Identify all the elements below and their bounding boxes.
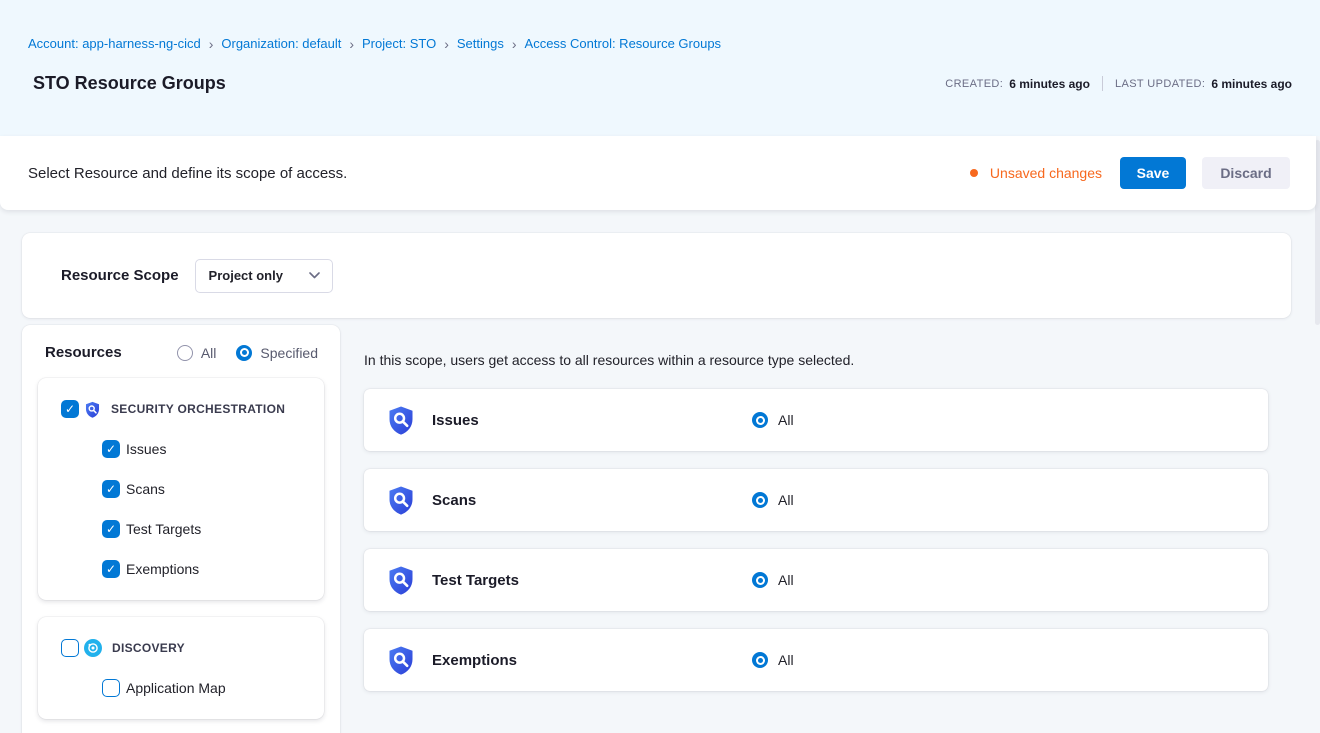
meta-divider	[1102, 76, 1103, 91]
resource-type-label: Issues	[126, 441, 166, 457]
last-updated-value: 6 minutes ago	[1211, 77, 1292, 91]
meta-info: CREATED: 6 minutes ago LAST UPDATED: 6 m…	[945, 76, 1292, 91]
unsaved-dot-icon	[970, 169, 978, 177]
last-updated-label: LAST UPDATED:	[1115, 78, 1205, 90]
scope-row-title: Test Targets	[432, 572, 519, 589]
resource-group-label: DISCOVERY	[112, 641, 185, 655]
save-button[interactable]: Save	[1120, 157, 1186, 189]
scope-detail-area: In this scope, users get access to all r…	[364, 325, 1291, 709]
breadcrumb-link[interactable]: Account: app-harness-ng-cicd	[28, 36, 201, 51]
resource-scope-label: Resource Scope	[61, 267, 179, 284]
discovery-icon	[84, 639, 102, 657]
resource-type-label: Test Targets	[126, 521, 201, 537]
resource-scope-card: Resource Scope Project only	[22, 233, 1291, 318]
security-orchestration-shield-icon	[386, 485, 416, 515]
page-scrollbar[interactable]	[1315, 136, 1320, 733]
unsaved-changes-status: Unsaved changes	[970, 165, 1102, 181]
resource-type-item: ✓ Issues	[102, 439, 306, 459]
resource-type-item: ✓ Exemptions	[102, 559, 306, 579]
resources-mode-radios: All Specified	[177, 345, 324, 361]
resource-type-checkbox[interactable]: ✓	[102, 520, 120, 538]
scope-access-label: All	[778, 652, 794, 668]
resources-mode-radio-all[interactable]: All	[177, 345, 217, 361]
scope-row: Exemptions All	[364, 629, 1268, 691]
resources-title: Resources	[45, 344, 122, 361]
security-orchestration-shield-icon	[386, 405, 416, 435]
resource-type-label: Scans	[126, 481, 165, 497]
created-value: 6 minutes ago	[1009, 77, 1090, 91]
scope-row-title: Scans	[432, 492, 476, 509]
breadcrumb-link[interactable]: Project: STO	[362, 36, 436, 51]
breadcrumb: Account: app-harness-ng-cicd › Organizatio…	[28, 36, 1292, 51]
resource-type-item: Application Map	[102, 678, 306, 698]
scope-access-label: All	[778, 412, 794, 428]
scope-access-radio[interactable]: All	[752, 412, 794, 428]
group-checkbox[interactable]: ✓	[61, 400, 79, 418]
resource-type-checkbox[interactable]	[102, 679, 120, 697]
scope-row: Scans All	[364, 469, 1268, 531]
scope-row: Test Targets All	[364, 549, 1268, 611]
scope-access-radio[interactable]: All	[752, 652, 794, 668]
resource-type-item: ✓ Scans	[102, 479, 306, 499]
toolbar-description: Select Resource and define its scope of …	[28, 165, 347, 182]
resource-group-card: ✓ SECURITY ORCHESTRATION ✓ Issues ✓ Scan…	[38, 378, 324, 600]
resource-group-card: DISCOVERY Application Map	[38, 617, 324, 719]
resource-scope-select[interactable]: Project only	[195, 259, 333, 293]
discard-button[interactable]: Discard	[1202, 157, 1290, 189]
resources-mode-radio-specified[interactable]: Specified	[236, 345, 318, 361]
security-orchestration-shield-icon	[84, 401, 101, 418]
resource-type-item: ✓ Test Targets	[102, 519, 306, 539]
scope-row: Issues All	[364, 389, 1268, 451]
breadcrumb-chevron-icon: ›	[444, 36, 449, 51]
scope-access-radio[interactable]: All	[752, 492, 794, 508]
scope-access-label: All	[778, 492, 794, 508]
scope-access-radio[interactable]: All	[752, 572, 794, 588]
resource-type-label: Exemptions	[126, 561, 199, 577]
group-checkbox[interactable]	[61, 639, 79, 657]
security-orchestration-shield-icon	[386, 645, 416, 675]
resource-group-label: SECURITY ORCHESTRATION	[111, 402, 285, 416]
security-orchestration-shield-icon	[386, 565, 416, 595]
resource-type-checkbox[interactable]: ✓	[102, 480, 120, 498]
scope-row-title: Issues	[432, 412, 479, 429]
page-header: Account: app-harness-ng-cicd › Organizatio…	[0, 0, 1320, 136]
breadcrumb-chevron-icon: ›	[209, 36, 214, 51]
resource-type-label: Application Map	[126, 680, 226, 696]
breadcrumb-chevron-icon: ›	[512, 36, 517, 51]
scope-row-title: Exemptions	[432, 652, 517, 669]
page-title: STO Resource Groups	[28, 73, 226, 94]
resource-type-checkbox[interactable]: ✓	[102, 560, 120, 578]
radio-label: All	[201, 345, 217, 361]
breadcrumb-link[interactable]: Settings	[457, 36, 504, 51]
scope-access-label: All	[778, 572, 794, 588]
resources-panel: Resources All Specified ✓ SECURITY ORCHES…	[22, 325, 340, 733]
action-toolbar: Select Resource and define its scope of …	[0, 136, 1316, 210]
breadcrumb-link[interactable]: Organization: default	[221, 36, 341, 51]
scope-instruction-text: In this scope, users get access to all r…	[364, 352, 1291, 368]
resource-scope-selected-value: Project only	[209, 268, 283, 283]
unsaved-changes-label: Unsaved changes	[990, 165, 1102, 181]
breadcrumb-chevron-icon: ›	[349, 36, 354, 51]
chevron-down-icon	[309, 272, 320, 279]
breadcrumb-link[interactable]: Access Control: Resource Groups	[525, 36, 722, 51]
radio-label: Specified	[260, 345, 318, 361]
created-label: CREATED:	[945, 78, 1003, 90]
resource-type-checkbox[interactable]: ✓	[102, 440, 120, 458]
